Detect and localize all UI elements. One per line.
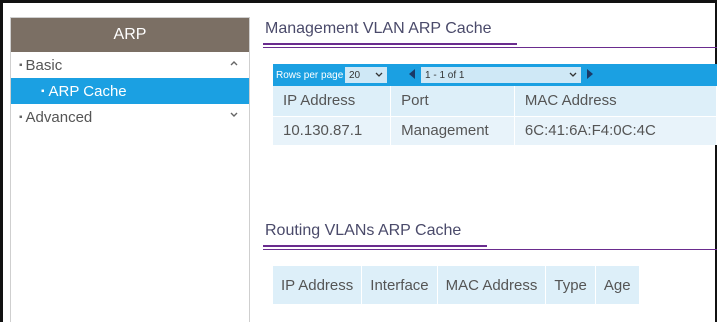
column-header[interactable]: IP Address: [273, 86, 392, 116]
sidebar: ARP ▪ Basic ▪ ARP Cache ▪ Advanced: [10, 17, 250, 322]
section-divider-thin: [263, 47, 717, 48]
chevron-down-icon[interactable]: [229, 110, 239, 120]
sidebar-item-advanced[interactable]: ▪ Advanced: [11, 104, 249, 130]
chevron-up-icon[interactable]: [229, 58, 239, 68]
routing-section-title: Routing VLANs ARP Cache: [265, 222, 462, 239]
sidebar-item-arp-cache[interactable]: ▪ ARP Cache: [11, 78, 249, 104]
column-header[interactable]: Age: [595, 266, 640, 304]
page-range-value: 1 - 1 of 1: [425, 69, 465, 81]
column-header[interactable]: IP Address: [273, 266, 363, 304]
rows-per-page-value: 20: [349, 69, 361, 81]
ip-address-cell: 10.130.87.1: [273, 115, 392, 145]
column-header[interactable]: Type: [545, 266, 596, 304]
column-header[interactable]: MAC Address: [514, 86, 717, 116]
bullet-icon: ▪: [19, 59, 23, 71]
management-section-title: Management VLAN ARP Cache: [265, 20, 492, 37]
previous-page-icon[interactable]: [403, 68, 421, 82]
bullet-icon: ▪: [19, 111, 23, 123]
column-header[interactable]: Interface: [361, 266, 438, 304]
column-header[interactable]: Port: [390, 86, 515, 116]
section-divider: [263, 245, 487, 247]
sidebar-item-label: Basic: [25, 56, 63, 74]
table-header-row: IP Address Port MAC Address: [273, 86, 717, 116]
port-cell: Management: [390, 115, 515, 145]
rows-per-page-label: Rows per page: [276, 69, 344, 81]
section-divider: [263, 43, 517, 45]
table-header-row: IP Address Interface MAC Address Type Ag…: [273, 266, 640, 304]
section-divider-thin: [263, 249, 717, 250]
pagination-bar: Rows per page 20 1 - 1 of 1: [273, 64, 717, 86]
management-arp-table: IP Address Port MAC Address 10.130.87.1 …: [273, 86, 717, 145]
rows-per-page-select[interactable]: 20: [345, 67, 387, 83]
chevron-down-icon: [375, 70, 383, 81]
next-page-icon[interactable]: [581, 68, 599, 82]
table-row[interactable]: 10.130.87.1 Management 6C:41:6A:F4:0C:4C: [273, 115, 717, 145]
sidebar-item-basic[interactable]: ▪ Basic: [11, 52, 249, 78]
bullet-icon: ▪: [41, 85, 45, 97]
sidebar-header: ARP: [11, 18, 249, 52]
column-header[interactable]: MAC Address: [437, 266, 547, 304]
routing-arp-table: IP Address Interface MAC Address Type Ag…: [273, 266, 640, 304]
mac-address-cell: 6C:41:6A:F4:0C:4C: [514, 115, 717, 145]
sidebar-item-label: ARP Cache: [48, 82, 127, 100]
chevron-down-icon: [569, 70, 577, 81]
page-range-select[interactable]: 1 - 1 of 1: [421, 67, 581, 83]
sidebar-item-label: Advanced: [25, 108, 93, 126]
main-content: Management VLAN ARP Cache Rows per page …: [263, 17, 717, 304]
